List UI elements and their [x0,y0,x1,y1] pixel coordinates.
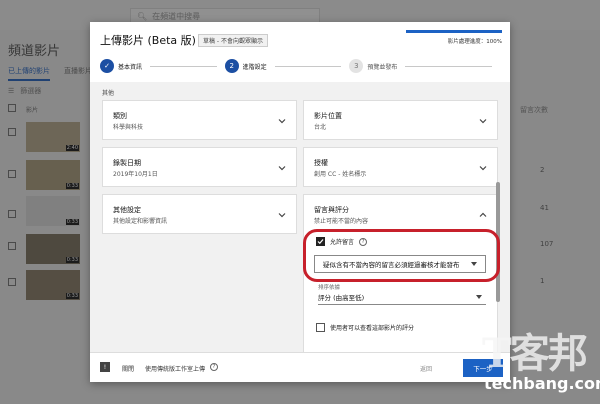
card-title: 錄製日期 [113,159,141,167]
step-1-label[interactable]: 基本資訊 [118,62,142,71]
card-subtitle: 其他設定和影響資訊 [113,218,168,225]
classic-upload-link[interactable]: 使用傳統版工作室上傳 [145,364,205,373]
step-1-check-icon[interactable]: ✓ [100,59,114,73]
chevron-up-icon[interactable] [479,211,487,219]
dialog-title-row: 上傳影片 (Beta 版) ☺ [100,32,213,48]
show-ratings-label: 使用者可以查看這部影片的評分 [330,325,415,332]
step-connector [274,65,342,67]
upload-dialog: 上傳影片 (Beta 版) ☺ 草稿 - 不會向觀眾顯示 影片處理進度：100%… [90,22,510,382]
card-subtitle: 2019年10月1日 [113,171,158,178]
chevron-down-icon [479,164,487,172]
step-connector [405,65,492,67]
dropdown-arrow-icon [476,295,482,299]
close-button[interactable]: 關閉 [122,364,134,373]
feedback-icon[interactable]: ! [100,362,110,372]
sort-label: 排序依據 [318,285,341,291]
card-title: 類別 [113,112,127,120]
chevron-down-icon [278,164,286,172]
step-3-label[interactable]: 預覽並發布 [367,62,397,71]
card-subtitle: 禁止可能不當的內容 [314,218,369,225]
show-ratings-checkbox[interactable] [316,323,325,332]
processing-progress: 影片處理進度：100% [406,30,502,45]
dialog-title: 上傳影片 (Beta 版) [100,34,196,47]
dialog-footer: ! 關閉 使用傳統版工作室上傳 ? 返回 下一步 [90,352,510,382]
card-subtitle: 科學與科技 [113,124,144,131]
sort-value: 評分 (由高至低) [318,294,365,302]
step-3-indicator[interactable]: 3 [349,59,364,73]
step-2-label[interactable]: 進階設定 [243,62,267,71]
recording-date-card[interactable]: 錄製日期 2019年10月1日 [102,147,297,187]
other-settings-card[interactable]: 其他設定 其他設定和影響資訊 [102,194,297,234]
section-label-other: 其他 [102,90,115,97]
chevron-down-icon [278,117,286,125]
back-button[interactable]: 返回 [420,364,432,373]
card-subtitle: 創用 CC - 姓名標示 [314,171,367,178]
stepper: ✓ 基本資訊 2 進階設定 3 預覽並發布 [100,58,500,74]
card-title: 影片位置 [314,112,342,120]
help-icon[interactable]: ? [210,363,218,371]
step-connector [150,65,217,67]
progress-bar [406,30,502,33]
watermark-site: techbang.com [484,374,600,393]
settings-scroll-area[interactable]: 其他 類別 科學與科技 影片位置 台北 錄製日期 2019年10月1日 授權 創… [90,82,510,352]
chevron-down-icon [278,211,286,219]
show-ratings-row[interactable]: 使用者可以查看這部影片的評分 [316,323,414,332]
card-title: 留言與評分 [314,206,349,214]
license-card[interactable]: 授權 創用 CC - 姓名標示 [303,147,498,187]
location-card[interactable]: 影片位置 台北 [303,100,498,140]
sort-dropdown[interactable]: 排序依據 評分 (由高至低) [318,283,486,305]
card-title: 授權 [314,159,328,167]
card-subtitle: 台北 [314,124,327,131]
draft-badge: 草稿 - 不會向觀眾顯示 [198,34,268,47]
card-title: 其他設定 [113,206,141,214]
watermark-logo: T客邦 [482,330,588,377]
chevron-down-icon [479,117,487,125]
annotation-highlight [303,229,500,282]
step-2-indicator[interactable]: 2 [224,59,239,73]
techbang-watermark: T客邦 techbang.com [482,330,600,394]
progress-text: 影片處理進度：100% [447,39,502,45]
category-card[interactable]: 類別 科學與科技 [102,100,297,140]
